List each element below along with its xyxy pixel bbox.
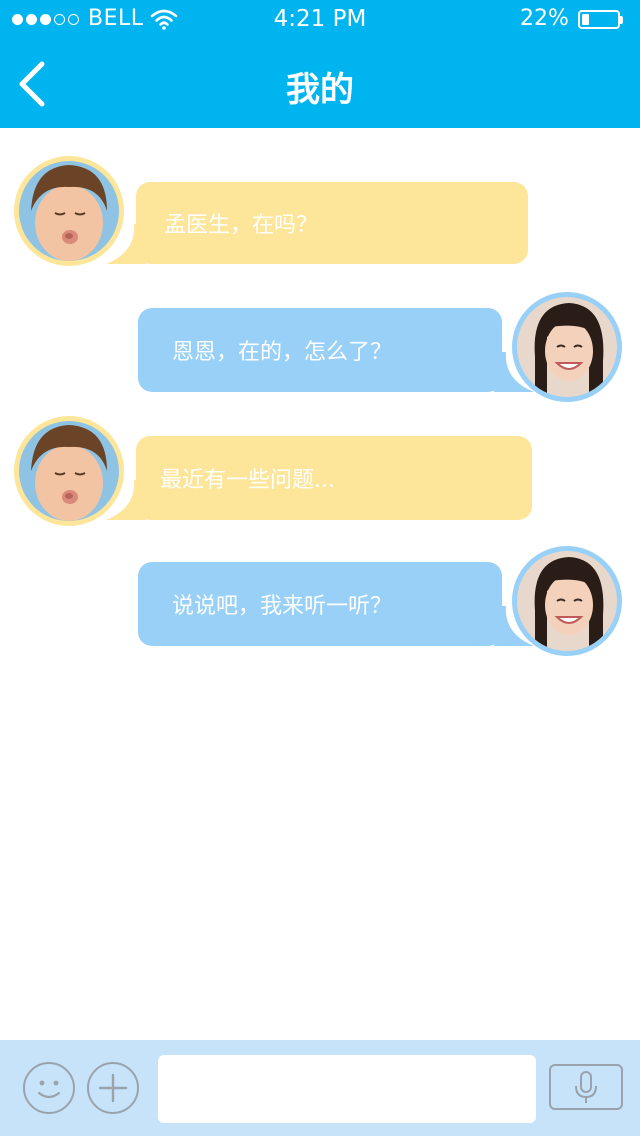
message-bubble-outgoing: 恩恩，在的，怎么了？ [138,308,502,392]
message-input[interactable] [158,1055,536,1123]
message-text: 说说吧，我来听一听？ [172,594,393,619]
message-text: 孟医生，在吗？ [164,213,319,238]
battery-level-fill [582,14,589,25]
page-title: 我的 [286,70,354,110]
voice-input-button[interactable] [549,1064,623,1110]
message-text: 恩恩，在的，怎么了？ [172,340,393,365]
message-input-bar [0,1040,640,1136]
doctor-avatar[interactable] [512,546,622,656]
plus-icon [98,1073,128,1103]
status-bar: BELL 4:21 PM 22% [0,0,640,40]
battery-percent: 22% [520,6,569,31]
battery-icon [578,10,620,29]
doctor-avatar[interactable] [512,292,622,402]
message-bubble-incoming: 孟医生，在吗？ [136,182,528,264]
boy-portrait-icon [19,161,119,261]
emoji-button[interactable] [23,1062,75,1114]
message-bubble-incoming: 最近有一些问题... [136,436,532,520]
message-bubble-outgoing: 说说吧，我来听一听？ [138,562,502,646]
woman-portrait-icon [517,551,617,651]
battery-tip [620,16,623,24]
smiley-icon [37,1080,61,1099]
chat-thread: 孟医生，在吗？ 恩恩，在的，怎么了？ 最近有一些问题... 说说吧，我来听一听？ [0,128,640,1040]
woman-portrait-icon [517,297,617,397]
app-header: BELL 4:21 PM 22% 我的 [0,0,640,128]
boy-portrait-icon [19,421,119,521]
add-attachment-button[interactable] [87,1062,139,1114]
microphone-icon [575,1071,597,1103]
message-text: 最近有一些问题... [160,468,335,493]
